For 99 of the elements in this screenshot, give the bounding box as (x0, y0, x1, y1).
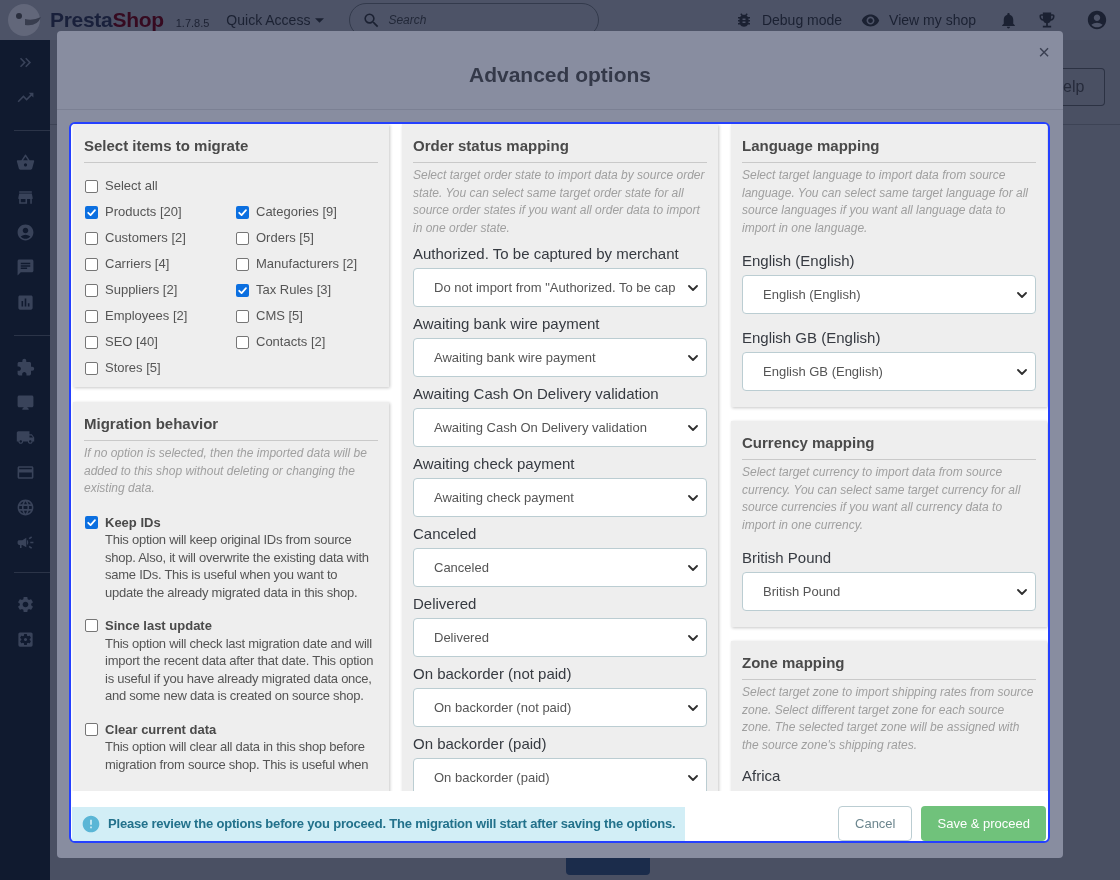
basket-icon[interactable] (15, 153, 35, 172)
chevron-down-icon (688, 354, 698, 361)
field-label: Canceled (413, 524, 478, 544)
chat-icon[interactable] (15, 258, 35, 277)
dropdown[interactable]: On backorder (paid) (413, 758, 707, 791)
section-title: Language mapping (742, 136, 1036, 163)
bar-chart-icon[interactable] (15, 293, 35, 312)
notice-text: Please review the options before you proceed. The migration will start after saving the options. (108, 815, 676, 834)
checkbox[interactable] (236, 335, 249, 349)
field-label: Africa (742, 766, 782, 786)
field-label: English (English) (742, 251, 856, 271)
checkbox[interactable] (85, 205, 98, 219)
modal-title: Advanced options (469, 61, 651, 88)
checkbox-label: Suppliers [2] (105, 281, 178, 300)
chevron-down-icon (688, 284, 698, 291)
dropdown[interactable]: Awaiting bank wire payment (413, 338, 707, 377)
option-description: This option will check last migration date and will import the recent data after that date. This option is useful if you have already migrated data once, and some new data is created on source shop. (105, 634, 375, 705)
dropdown[interactable]: On backorder (not paid) (413, 688, 707, 727)
checkbox[interactable] (85, 515, 98, 529)
checkbox-label: Tax Rules [3] (256, 281, 332, 300)
chevron-down-icon (688, 494, 698, 501)
option-title: Since last update (105, 617, 213, 635)
checkbox[interactable] (85, 283, 98, 297)
checkbox[interactable] (85, 179, 98, 193)
cancel-button[interactable]: Cancel (838, 806, 913, 841)
checkbox[interactable] (236, 283, 249, 297)
section-description: Select target currency to import data from source currency. You can select same target currency for all source currencies if you want all currency data to import in one currency. (742, 464, 1022, 534)
chevron-down-icon (688, 424, 698, 431)
section-title: Currency mapping (742, 433, 1036, 460)
chevron-down-icon (688, 634, 698, 641)
checkbox-label: Stores [5] (105, 359, 161, 378)
checkbox-label: Employees [2] (105, 307, 188, 326)
checkbox[interactable] (85, 361, 98, 375)
checkbox[interactable] (85, 309, 98, 323)
section-description: Select target language to import data from source language. You can select same target language for all source languages if you want all language data to import in one language. (742, 167, 1029, 237)
chevron-down-icon (688, 564, 698, 571)
field-label: Authorized. To be captured by merchant (413, 244, 680, 264)
checkbox[interactable] (85, 619, 98, 632)
trophy-icon[interactable] (1037, 10, 1057, 30)
checkbox-label: Contacts [2] (256, 333, 326, 352)
dropdown[interactable]: Do not import from "Authorized. To be cap (413, 268, 707, 307)
checkbox[interactable] (236, 205, 249, 219)
bell-icon[interactable] (999, 10, 1018, 30)
chevron-down-icon (688, 704, 698, 711)
checkbox[interactable] (236, 231, 249, 245)
checkbox-label: SEO [40] (105, 333, 158, 352)
checkbox-label: Carriers [4] (105, 255, 170, 274)
checkbox-label: Select all (105, 177, 158, 196)
field-label: British Pound (742, 548, 833, 568)
dropdown[interactable]: Awaiting Cash On Delivery validation (413, 408, 707, 447)
section-title: Migration behavior (84, 414, 378, 441)
checkbox[interactable] (85, 722, 98, 736)
field-label: Awaiting Cash On Delivery validation (413, 384, 660, 404)
dropdown[interactable]: English GB (English) (742, 352, 1036, 391)
logo-icon (6, 2, 44, 38)
checkbox-label: Products [20] (105, 203, 182, 222)
chevron-down-icon (1017, 368, 1027, 375)
option-description: This option will keep original IDs from source shop. Also, it will overwrite the existing data with same IDs. This is useful when you want to update the already migrated data in this shop. (105, 531, 370, 601)
chevron-down-icon (688, 774, 698, 781)
field-label: On backorder (not paid) (413, 664, 573, 684)
dropdown[interactable]: Awaiting check payment (413, 478, 707, 517)
field-label: English GB (English) (742, 328, 882, 348)
checkbox-label: Customers [2] (105, 229, 186, 248)
puzzle-icon[interactable] (15, 358, 35, 377)
field-label: On backorder (paid) (413, 734, 548, 754)
option-title: Clear current data (105, 720, 218, 738)
checkbox-label: Categories [9] (256, 203, 337, 222)
checkbox[interactable] (236, 309, 249, 323)
field-label: Awaiting check payment (413, 454, 576, 474)
gear-icon[interactable] (15, 595, 35, 614)
credit-card-icon[interactable] (15, 463, 35, 482)
section-title: Zone mapping (742, 653, 1036, 680)
checkbox[interactable] (236, 257, 249, 271)
checkbox-label: Orders [5] (256, 229, 314, 248)
dropdown[interactable]: Canceled (413, 548, 707, 587)
chevron-down-icon (1017, 291, 1027, 298)
dropdown[interactable]: British Pound (742, 572, 1036, 611)
checkbox-label: CMS [5] (256, 307, 303, 326)
section-description: Select target order state to import data by source order state. You can select same target order state for all source order states if you want all order data to import in one order state. (413, 167, 706, 237)
section-description: Select target zone to import shipping rates from source zone. Select different target zone for each source zone. The selected target zone will be assigned with the source zone's shipping rates. (742, 684, 1035, 754)
chevron-down-icon (1017, 588, 1027, 595)
dropdown[interactable]: Delivered (413, 618, 707, 657)
dropdown[interactable]: English (English) (742, 275, 1036, 314)
checkbox[interactable] (85, 335, 98, 349)
caret-icon (315, 17, 325, 23)
checkbox[interactable] (85, 257, 98, 271)
checkbox[interactable] (85, 231, 98, 245)
truck-icon[interactable] (15, 428, 35, 447)
section-description: If no option is selected, then the imported data will be added to this shop without deleting or changing the existing data. (84, 445, 368, 497)
option-description: This option will clear all data in this shop before migration from source shop. This is useful when (105, 738, 370, 773)
checkbox-label: Manufacturers [2] (256, 255, 358, 274)
monitor-icon[interactable] (15, 393, 35, 412)
store-icon[interactable] (15, 188, 35, 207)
section-title: Order status mapping (413, 136, 707, 163)
field-label: Delivered (413, 594, 478, 614)
section-title: Select items to migrate (84, 136, 378, 163)
globe-icon[interactable] (15, 498, 35, 517)
option-title: Keep IDs (105, 513, 162, 531)
field-label: Awaiting bank wire payment (413, 314, 601, 334)
